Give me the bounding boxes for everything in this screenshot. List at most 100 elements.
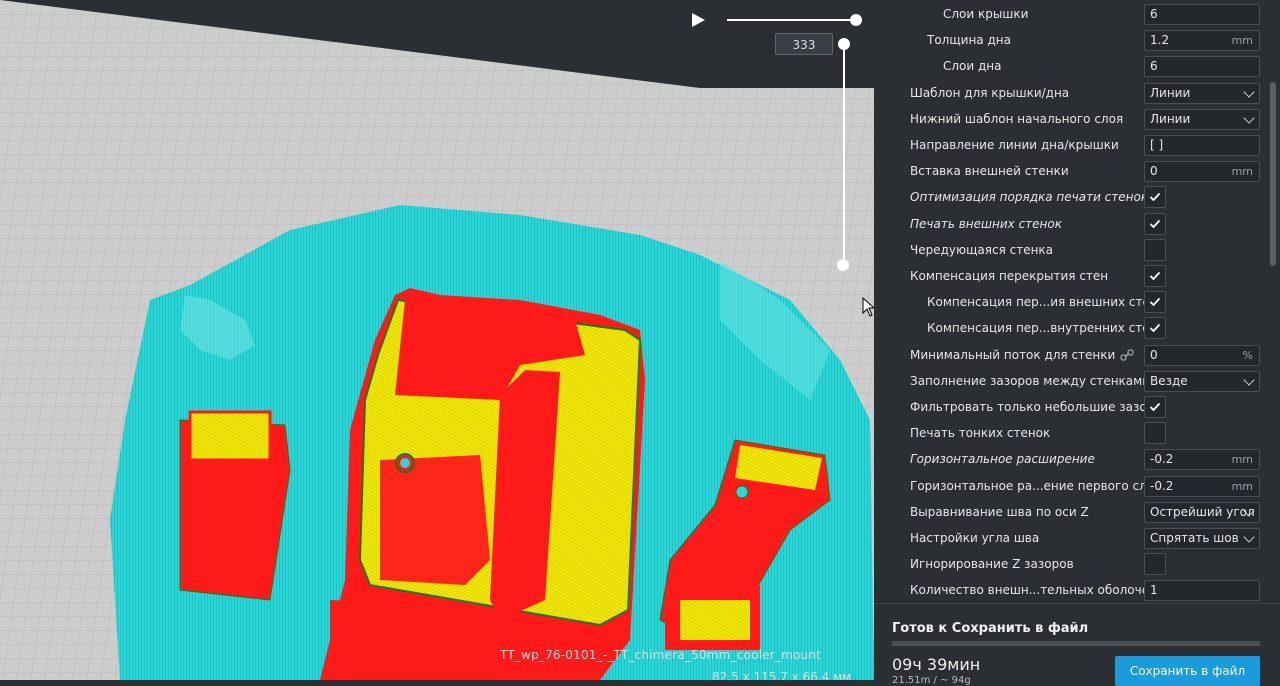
checkmark-icon bbox=[1149, 192, 1161, 202]
setting-value: Острейший угол bbox=[1150, 505, 1255, 519]
model-name: TT_wp_76-0101_-_TT_chimera_50mm_cooler_m… bbox=[500, 648, 822, 662]
setting-input[interactable]: 0 mm bbox=[1144, 161, 1260, 182]
setting-checkbox[interactable] bbox=[1144, 553, 1166, 575]
layer-slider-bottom-handle bbox=[837, 259, 849, 271]
setting-row: Настройки угла шва Спрятать шов bbox=[874, 525, 1262, 551]
setting-label: Печать внешних стенок bbox=[910, 217, 1062, 231]
setting-row: Фильтровать только небольшие зазоры bbox=[874, 394, 1262, 420]
settings-scrollbar[interactable] bbox=[1270, 82, 1276, 266]
setting-label: Компенсация пер...внутренних стен bbox=[927, 321, 1158, 335]
setting-value: 0 bbox=[1150, 164, 1158, 178]
setting-row: Нижний шаблон начального слоя Линии bbox=[874, 106, 1262, 132]
setting-input[interactable]: -0.2 mm bbox=[1144, 476, 1260, 497]
setting-row: Направление линии дна/крышки [ ] bbox=[874, 132, 1262, 158]
chevron-down-icon bbox=[1243, 86, 1255, 98]
setting-label: Печать тонких стенок bbox=[910, 426, 1051, 440]
setting-label: Горизонтальное ра...ение первого слоя bbox=[910, 479, 1162, 493]
time-slider-handle bbox=[850, 14, 862, 26]
setting-value: Линии bbox=[1150, 112, 1191, 126]
setting-value: Спрятать шов bbox=[1150, 531, 1239, 545]
setting-checkbox[interactable] bbox=[1144, 213, 1166, 235]
setting-label: Выравнивание шва по оси Z bbox=[910, 505, 1089, 519]
setting-label: Количество внешн...тельных оболочек bbox=[910, 583, 1157, 597]
setting-row: Толщина дна 1.2 mm bbox=[874, 27, 1262, 53]
setting-input[interactable]: [ ] bbox=[1144, 135, 1260, 156]
setting-checkbox[interactable] bbox=[1144, 291, 1166, 313]
setting-label: Игнорирование Z зазоров bbox=[910, 557, 1074, 571]
setting-input[interactable]: 0% bbox=[1144, 345, 1260, 366]
setting-row: Оптимизация порядка печати стенок bbox=[874, 184, 1262, 210]
setting-row: Компенсация пер...внутренних стен bbox=[874, 315, 1262, 341]
setting-unit: % bbox=[1242, 349, 1253, 362]
setting-dropdown[interactable]: Везде bbox=[1144, 371, 1260, 392]
setting-value: -0.2 bbox=[1150, 479, 1174, 493]
setting-value: 6 bbox=[1150, 59, 1158, 73]
setting-checkbox[interactable] bbox=[1144, 396, 1166, 418]
setting-input[interactable]: 6 bbox=[1144, 56, 1260, 77]
setting-value: [ ] bbox=[1150, 138, 1164, 152]
setting-label: Настройки угла шва bbox=[910, 531, 1040, 545]
setting-label: Минимальный поток для стенки bbox=[910, 348, 1116, 362]
layer-number-box[interactable]: 333 bbox=[775, 33, 833, 55]
setting-label: Слои крышки bbox=[943, 7, 1029, 21]
setting-unit: mm bbox=[1231, 480, 1253, 493]
setting-value: Везде bbox=[1150, 374, 1188, 388]
print-time: 09ч 39мин bbox=[892, 655, 981, 674]
slice-status: Готов к Сохранить в файл bbox=[892, 621, 1089, 636]
setting-value: Линии bbox=[1150, 86, 1191, 100]
setting-checkbox[interactable] bbox=[1144, 186, 1166, 208]
save-to-file-button[interactable]: Сохранить в файл bbox=[1115, 656, 1260, 686]
setting-label: Шаблон для крышки/дна bbox=[910, 86, 1070, 100]
checkmark-icon bbox=[1149, 271, 1161, 281]
setting-label: Вставка внешней стенки bbox=[910, 164, 1069, 178]
setting-dropdown[interactable]: Линии bbox=[1144, 83, 1260, 104]
setting-label: Нижний шаблон начального слоя bbox=[910, 112, 1124, 126]
material-usage: 21.51m / ~ 94g bbox=[892, 675, 971, 686]
setting-checkbox[interactable] bbox=[1144, 239, 1166, 261]
play-icon bbox=[692, 13, 705, 27]
setting-row: Горизонтальное расширение -0.2 mm bbox=[874, 446, 1262, 472]
setting-row: Вставка внешней стенки 0 mm bbox=[874, 158, 1262, 184]
chevron-down-icon bbox=[1243, 112, 1255, 124]
print-settings-panel[interactable]: Слои крышки 6 Толщина дна 1.2 mm Слои дна 6 Шаб… bbox=[874, 0, 1280, 603]
setting-value: 1.2 bbox=[1150, 33, 1170, 47]
setting-row: Игнорирование Z зазоров bbox=[874, 551, 1262, 577]
setting-unit: mm bbox=[1231, 453, 1253, 466]
chevron-down-icon bbox=[1243, 531, 1255, 543]
setting-row: Печать внешних стенок bbox=[874, 211, 1262, 237]
checkmark-icon bbox=[1149, 402, 1161, 412]
play-simulation-button[interactable] bbox=[689, 11, 707, 29]
setting-checkbox[interactable] bbox=[1144, 317, 1166, 339]
setting-row: Компенсация перекрытия стен bbox=[874, 263, 1262, 289]
link-icon[interactable] bbox=[1120, 349, 1134, 361]
setting-unit: mm bbox=[1231, 165, 1253, 178]
progress-bar bbox=[892, 641, 1260, 646]
setting-row: Печать тонких стенок bbox=[874, 420, 1262, 446]
setting-input[interactable]: 1 bbox=[1144, 580, 1260, 601]
setting-value: 6 bbox=[1150, 7, 1158, 21]
output-panel: Готов к Сохранить в файл 09ч 39мин 21.51… bbox=[874, 603, 1280, 686]
setting-row: Выравнивание шва по оси Z Острейший угол bbox=[874, 499, 1262, 525]
setting-input[interactable]: 6 bbox=[1144, 4, 1260, 25]
setting-label: Толщина дна bbox=[927, 33, 1011, 47]
setting-dropdown[interactable]: Острейший угол bbox=[1144, 502, 1260, 523]
setting-dropdown[interactable]: Спрятать шов bbox=[1144, 528, 1260, 549]
setting-value: 1 bbox=[1150, 583, 1158, 597]
layer-preview[interactable] bbox=[0, 0, 874, 680]
checkmark-icon bbox=[1149, 219, 1161, 229]
setting-checkbox[interactable] bbox=[1144, 265, 1166, 287]
setting-input[interactable]: -0.2 mm bbox=[1144, 449, 1260, 470]
setting-label: Горизонтальное расширение bbox=[910, 452, 1095, 466]
setting-checkbox[interactable] bbox=[1144, 422, 1166, 444]
setting-label: Слои дна bbox=[943, 59, 1002, 73]
setting-unit: mm bbox=[1231, 34, 1253, 47]
setting-row: Горизонтальное ра...ение первого слоя -0.… bbox=[874, 473, 1262, 499]
setting-row: Чередующаяся стенка bbox=[874, 237, 1262, 263]
3d-viewport[interactable]: 333 TT_wp_76-0101_-_TT_chimera_50mm_cool… bbox=[0, 0, 874, 680]
setting-dropdown[interactable]: Линии bbox=[1144, 109, 1260, 130]
setting-row: Заполнение зазоров между стенками Везде bbox=[874, 368, 1262, 394]
setting-label: Чередующаяся стенка bbox=[910, 243, 1054, 257]
setting-input[interactable]: 1.2 mm bbox=[1144, 30, 1260, 51]
mouse-cursor-icon bbox=[862, 297, 874, 317]
layer-slider-top-handle bbox=[838, 38, 850, 50]
